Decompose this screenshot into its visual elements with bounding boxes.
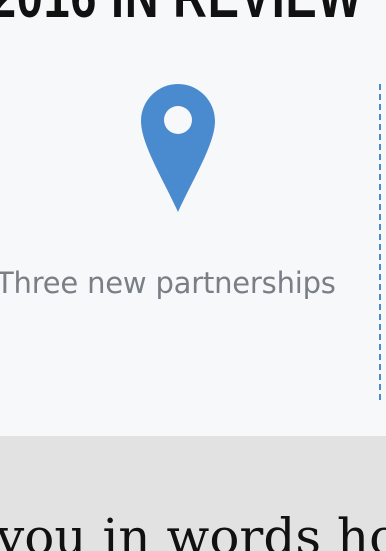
quote-text: you in words how [0, 508, 386, 551]
map-pin-shape [141, 84, 215, 212]
quote-band: you in words how [0, 436, 386, 551]
page-title: 2016 IN REVIEW [0, 0, 362, 27]
review-stats-panel: 2016 IN REVIEW Three new partnerships [0, 0, 386, 436]
map-pin-icon [141, 84, 215, 212]
dashed-divider [379, 84, 381, 400]
map-pin-hole [164, 106, 192, 134]
stat-label: Three new partnerships [0, 266, 336, 300]
